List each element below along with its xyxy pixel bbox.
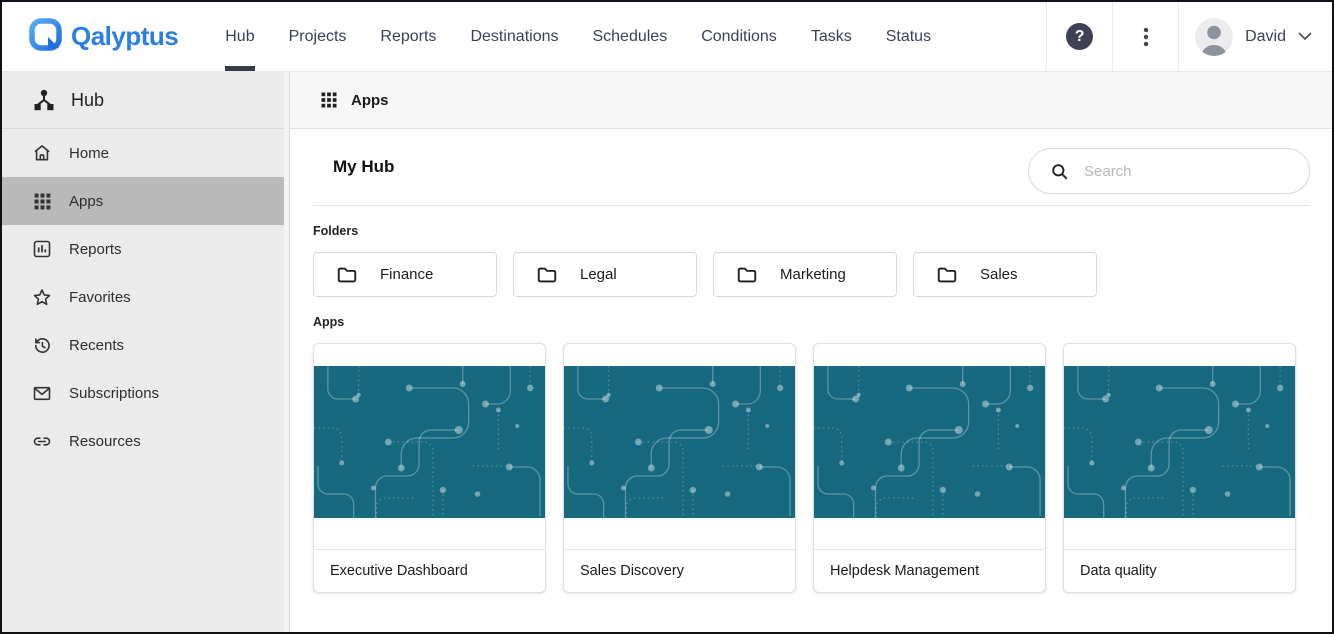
folder-icon	[936, 264, 958, 286]
section-title: My Hub	[333, 157, 394, 177]
apps-label: Apps	[313, 315, 1310, 329]
folder-icon	[336, 264, 358, 286]
content: My Hub Folders Fin	[290, 129, 1332, 632]
user-menu[interactable]: David	[1178, 2, 1332, 71]
sidebar-item-label: Recents	[69, 337, 124, 354]
sidebar-item-label: Subscriptions	[69, 385, 159, 402]
sidebar-item-favorites[interactable]: Favorites	[2, 273, 289, 321]
nav-hub[interactable]: Hub	[208, 2, 271, 71]
topbar-right: ? David	[1046, 2, 1332, 71]
sidebar: Hub Home Apps	[2, 72, 290, 632]
sidebar-item-recents[interactable]: Recents	[2, 321, 289, 369]
sidebar-item-resources[interactable]: Resources	[2, 417, 289, 465]
app-card-helpdesk-management[interactable]: Helpdesk Management	[813, 343, 1046, 593]
page-header: Apps	[290, 72, 1332, 129]
folder-card-legal[interactable]: Legal	[513, 252, 697, 297]
sidebar-header: Hub	[2, 72, 289, 129]
chevron-down-icon	[1298, 32, 1312, 41]
topbar: Qalyptus Hub Projects Reports Destinatio…	[2, 2, 1332, 72]
home-icon	[32, 143, 52, 163]
app-window: Qalyptus Hub Projects Reports Destinatio…	[0, 0, 1334, 634]
history-icon	[32, 335, 52, 355]
folder-card-finance[interactable]: Finance	[313, 252, 497, 297]
page-title: Apps	[351, 92, 389, 109]
folders-row: Finance Legal Marketing	[313, 252, 1310, 297]
app-card-sales-discovery[interactable]: Sales Discovery	[563, 343, 796, 593]
app-thumbnail	[564, 366, 795, 518]
brand-logo[interactable]: Qalyptus	[2, 2, 178, 71]
avatar	[1195, 18, 1233, 56]
user-name: David	[1245, 28, 1286, 46]
app-title: Sales Discovery	[564, 549, 795, 592]
link-icon	[32, 431, 52, 451]
sidebar-item-subscriptions[interactable]: Subscriptions	[2, 369, 289, 417]
sidebar-item-label: Apps	[69, 193, 103, 210]
nav-projects[interactable]: Projects	[272, 2, 364, 71]
folder-card-marketing[interactable]: Marketing	[713, 252, 897, 297]
app-title: Data quality	[1064, 549, 1295, 592]
top-navigation: Hub Projects Reports Destinations Schedu…	[208, 2, 948, 71]
sidebar-item-label: Reports	[69, 241, 122, 258]
nav-conditions[interactable]: Conditions	[684, 2, 794, 71]
search-box[interactable]	[1028, 148, 1310, 194]
mail-icon	[32, 383, 52, 403]
folder-icon	[736, 264, 758, 286]
app-thumbnail	[814, 366, 1045, 518]
sidebar-scrollbar[interactable]	[284, 72, 289, 632]
app-card-data-quality[interactable]: Data quality	[1063, 343, 1296, 593]
star-icon	[32, 287, 52, 307]
help-icon: ?	[1066, 23, 1093, 50]
folder-name: Finance	[380, 266, 433, 283]
search-input[interactable]	[1084, 163, 1284, 180]
brand-name: Qalyptus	[71, 21, 178, 52]
app-thumbnail	[1064, 366, 1295, 518]
folder-name: Sales	[980, 266, 1018, 283]
sidebar-item-apps[interactable]: Apps	[2, 177, 289, 225]
qalyptus-logo-icon	[28, 16, 64, 57]
nav-reports[interactable]: Reports	[363, 2, 453, 71]
folders-label: Folders	[313, 224, 1310, 238]
kebab-icon	[1136, 26, 1156, 48]
apps-row: Executive Dashboard Sales Discovery	[313, 343, 1310, 593]
layout: Hub Home Apps	[2, 72, 1332, 632]
nav-schedules[interactable]: Schedules	[575, 2, 684, 71]
app-thumbnail	[314, 366, 545, 518]
sidebar-title: Hub	[71, 90, 104, 111]
sidebar-item-label: Favorites	[69, 289, 131, 306]
folder-name: Legal	[580, 266, 617, 283]
hub-icon	[32, 88, 56, 112]
apps-grid-icon	[320, 91, 338, 109]
app-card-executive-dashboard[interactable]: Executive Dashboard	[313, 343, 546, 593]
app-title: Executive Dashboard	[314, 549, 545, 592]
nav-status[interactable]: Status	[869, 2, 948, 71]
sidebar-item-label: Resources	[69, 433, 141, 450]
sidebar-item-home[interactable]: Home	[2, 129, 289, 177]
nav-tasks[interactable]: Tasks	[794, 2, 869, 71]
grid-icon	[32, 191, 52, 211]
folder-name: Marketing	[780, 266, 846, 283]
more-menu-button[interactable]	[1112, 2, 1178, 71]
bar-chart-icon	[32, 239, 52, 259]
main-panel: Apps My Hub Folders	[290, 72, 1332, 632]
help-button[interactable]: ?	[1046, 2, 1112, 71]
search-icon	[1050, 162, 1069, 181]
section-header-row: My Hub	[313, 129, 1310, 206]
sidebar-item-reports[interactable]: Reports	[2, 225, 289, 273]
sidebar-item-label: Home	[69, 145, 109, 162]
folder-card-sales[interactable]: Sales	[913, 252, 1097, 297]
app-title: Helpdesk Management	[814, 549, 1045, 592]
folder-icon	[536, 264, 558, 286]
nav-destinations[interactable]: Destinations	[453, 2, 575, 71]
